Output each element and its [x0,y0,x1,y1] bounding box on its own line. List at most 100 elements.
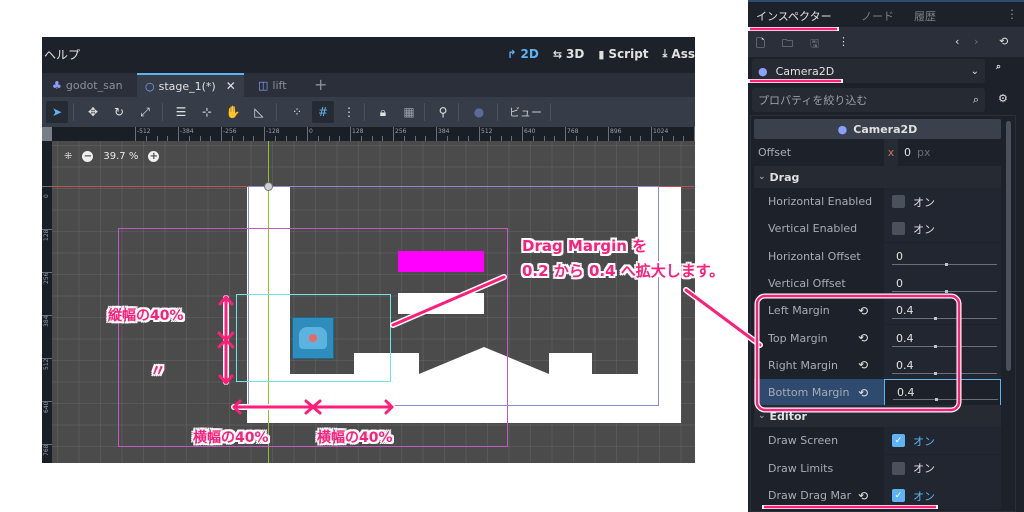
group-button[interactable]: ▦ [398,101,420,123]
tab-node[interactable]: ノード [861,8,894,24]
prop-horizontal-enabled: Horizontal Enabled オン [754,188,1001,215]
checkbox-field[interactable]: ✓ オン [884,427,1001,454]
checkbox-field[interactable]: ✓ オン [884,482,1001,509]
slider-track[interactable] [892,317,997,321]
ruler-tool[interactable]: ◺ [248,101,270,123]
center-view-icon[interactable]: ⁜ [64,151,72,162]
slider-field[interactable]: 0.4 [884,297,1001,325]
slider-track[interactable] [892,371,997,375]
ruler-tick-label: -512 [137,128,151,135]
checkbox-field[interactable]: オン [884,188,1001,215]
checkbox[interactable]: ✓ [892,489,905,502]
rotate-tool[interactable]: ↻ [108,101,130,123]
ruler-tick-label: 640 [524,128,536,135]
dock-tabs: インスペクター ノード 履歴 ⋮ [748,0,1024,27]
checkbox[interactable] [892,222,905,236]
checkbox-field[interactable]: オン [884,454,1001,482]
kebab-icon[interactable]: ⋮ [838,35,849,48]
checkbox[interactable] [892,461,905,475]
player-sprite[interactable] [292,317,334,359]
slider-knob[interactable] [935,398,938,402]
move-tool[interactable]: ✥ [82,101,104,123]
godot-icon [299,327,327,349]
section-camera2d[interactable]: ● Camera2D [754,119,1001,139]
prop-label: Draw Screen [768,434,839,447]
camera-icon: ● [473,105,485,119]
slider-track[interactable] [892,262,997,266]
tab-history[interactable]: 履歴 [914,8,936,24]
menu-help[interactable]: ヘルプ [44,46,80,63]
slider-knob[interactable] [934,344,937,348]
workspace-assetlib[interactable]: ⤓ Ass [663,47,695,61]
close-icon[interactable]: ✕ [226,79,236,93]
scene-tab-godot-san[interactable]: ♣ godot_san [44,73,131,97]
slider-track[interactable] [892,344,997,348]
slider-knob[interactable] [944,289,948,293]
kebab-icon[interactable]: ⋮ [1006,7,1018,21]
reset-icon[interactable]: ⟲ [858,386,868,400]
horizontal-ruler[interactable]: -512 -384 -256 -128 0 128 256 384 512 640 768 896 10… [42,127,695,141]
new-resource-icon[interactable]: 🗋 [756,35,765,54]
offset-field[interactable]: x 0 px [884,139,1001,166]
scene-tab-lift[interactable]: ◫ lift [250,73,295,97]
slider-knob[interactable] [934,317,937,321]
open-folder-icon[interactable]: 🗀 [782,35,793,54]
forward-icon[interactable]: › [974,35,978,48]
skeleton-button[interactable]: ⚲ [432,101,454,123]
scrollbar[interactable] [1006,121,1011,371]
toolbar-divider [424,103,425,121]
lock-button[interactable]: 🔒︎ [372,101,394,123]
slider-field[interactable]: 0.4 [884,379,1001,407]
group-title: Drag [769,170,800,184]
zoom-out-button[interactable]: − [82,151,94,162]
doc-icon[interactable]: ⌕ [996,62,1001,72]
view-menu[interactable]: ビュー [509,104,542,120]
workspace-3d[interactable]: ⇆ 3D [553,47,585,61]
save-icon[interactable]: 🖫 [810,35,819,54]
pan-tool[interactable]: ✋ [222,101,244,123]
checkbox-field[interactable]: オン [884,215,1001,243]
checkbox[interactable]: ✓ [892,434,905,447]
slider-track[interactable] [893,398,998,402]
pivot-tool[interactable]: ⊹ [196,101,218,123]
smart-snap-toggle[interactable]: ⁘ [286,101,308,123]
slider-field[interactable]: 0.4 [884,351,1001,379]
node-selector[interactable]: ● Camera2D ⌄ [752,59,985,83]
camera-origin-handle[interactable] [264,182,273,191]
camera-override-button[interactable]: ● [468,101,490,123]
add-tab-button[interactable]: + [314,75,327,94]
grid-snap-toggle[interactable]: # [312,101,334,123]
zoom-level[interactable]: 39.7 % [103,151,138,162]
scale-tool[interactable]: ⤢ [134,101,156,123]
tab-inspector[interactable]: インスペクター [748,0,848,27]
reset-icon[interactable]: ⟲ [858,358,868,372]
history-icon[interactable]: ⟲ [999,35,1008,48]
filter-settings-icon[interactable]: ⚙︎ [998,92,1008,105]
slider-track[interactable] [892,289,997,293]
canvas-viewport[interactable]: ⁜ − 39.7 % + [52,141,695,463]
prop-draw-limits: Draw Limits オン [754,454,1001,482]
list-select-tool[interactable]: ☰ [170,101,192,123]
back-icon[interactable]: ‹ [955,35,959,48]
group-editor[interactable]: ⌄ Editor [754,405,1001,427]
reset-icon[interactable]: ⟲ [858,489,868,503]
workspace-script[interactable]: ▮ Script [598,47,648,61]
vertical-ruler[interactable]: 0 128 256 384 512 640 768 [42,141,52,463]
pivot-icon: ⊹ [201,105,213,119]
reset-icon[interactable]: ⟲ [858,331,868,345]
slider-field[interactable]: 0 [884,242,1001,270]
slider-knob[interactable] [934,371,937,375]
checkbox[interactable] [892,195,905,208]
group-drag[interactable]: ⌄ Drag [754,166,1001,188]
slider-knob[interactable] [944,262,948,266]
workspace-2d[interactable]: ↱ 2D [507,47,539,61]
ruler-tick-label: 1024 [653,128,669,135]
reset-icon[interactable]: ⟲ [858,304,868,318]
snap-options-menu[interactable]: ⋮ [338,101,360,123]
scene-tab-stage-1[interactable]: ○ stage_1(*) ✕ [137,73,244,97]
slider-field[interactable]: 0 [884,269,1001,297]
zoom-in-button[interactable]: + [148,151,160,162]
slider-field[interactable]: 0.4 [884,324,1001,352]
property-filter[interactable]: プロパティを絞り込む ⌕ [752,88,985,112]
select-tool[interactable]: ➤ [46,101,68,123]
